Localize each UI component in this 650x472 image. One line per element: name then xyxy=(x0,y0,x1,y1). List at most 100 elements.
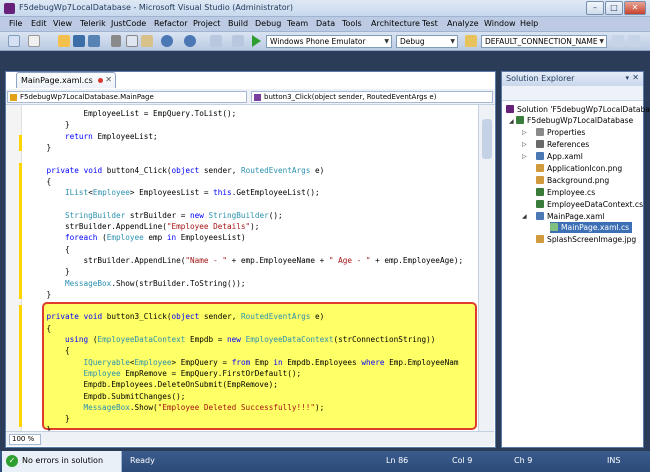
code-line[interactable]: } xyxy=(28,423,52,431)
visual-studio-icon xyxy=(4,3,15,14)
horizontal-scrollbar[interactable]: 100 % xyxy=(6,431,494,446)
menu-project[interactable]: Project xyxy=(193,19,220,28)
menu-team[interactable]: Team xyxy=(287,19,308,28)
menu-analyze[interactable]: Analyze xyxy=(447,19,479,28)
new-project-icon[interactable] xyxy=(8,35,20,47)
change-marker xyxy=(19,163,22,299)
close-tab-icon[interactable]: ✕ xyxy=(105,75,112,84)
deploy-target-dropdown[interactable]: Windows Phone Emulator ▼ xyxy=(266,35,392,48)
menu-view[interactable]: View xyxy=(53,19,72,28)
tree-employeedatacontext-cs[interactable]: EmployeeDataContext.cs xyxy=(536,199,643,210)
menu-architecture[interactable]: Architecture xyxy=(371,19,420,28)
tree-project[interactable]: F5debugWp7LocalDatabase xyxy=(516,115,633,126)
menu-window[interactable]: Window xyxy=(484,19,516,28)
tree-mainpage-xaml-cs[interactable]: MainPage.xaml.cs xyxy=(550,222,633,233)
code-line[interactable]: IList<Employee> EmployeesList = this.Get… xyxy=(28,186,320,199)
project-icon xyxy=(516,116,524,124)
cs-file-icon xyxy=(550,223,558,231)
change-marker xyxy=(19,305,22,427)
secondary-toolbar xyxy=(0,51,650,69)
code-line[interactable]: } xyxy=(28,288,52,301)
menu-build[interactable]: Build xyxy=(228,19,248,28)
menu-edit[interactable]: Edit xyxy=(31,19,47,28)
tree-background[interactable]: Background.png xyxy=(536,175,609,186)
xaml-file-icon xyxy=(536,212,544,220)
title-bar: F5debugWp7LocalDatabase - Microsoft Visu… xyxy=(0,0,650,17)
menu-tools[interactable]: Tools xyxy=(342,19,362,28)
status-column: Col 9 xyxy=(452,456,473,465)
menu-refactor[interactable]: Refactor xyxy=(154,19,188,28)
menu-file[interactable]: File xyxy=(9,19,22,28)
solution-icon xyxy=(506,105,514,113)
zoom-combo[interactable]: 100 % xyxy=(9,434,41,445)
code-line[interactable]: strBuilder.AppendLine("Name - " + emp.Em… xyxy=(28,254,464,267)
open-folder-icon[interactable] xyxy=(58,35,70,47)
collapse-icon[interactable]: ▷ xyxy=(522,141,527,148)
document-tab[interactable]: MainPage.xaml.cs ✕ xyxy=(16,72,116,88)
tree-applicationicon[interactable]: ApplicationIcon.png xyxy=(536,163,622,174)
image-file-icon xyxy=(536,164,544,172)
undo-icon[interactable] xyxy=(161,35,173,47)
status-char: Ch 9 xyxy=(514,456,533,465)
tree-splashscreenimage[interactable]: SplashScreenImage.jpg xyxy=(536,234,636,245)
save-icon[interactable] xyxy=(73,35,85,47)
copy-icon[interactable] xyxy=(126,35,138,47)
save-all-icon[interactable] xyxy=(88,35,100,47)
navigate-back-icon[interactable] xyxy=(210,35,222,47)
close-panel-icon[interactable]: ✕ xyxy=(632,73,639,82)
menu-debug[interactable]: Debug xyxy=(255,19,281,28)
maximize-button[interactable]: □ xyxy=(605,1,623,15)
member-dropdown[interactable]: button3_Click(object sender, RoutedEvent… xyxy=(251,91,493,103)
solution-config-dropdown[interactable]: Debug ▼ xyxy=(396,35,458,48)
tree-properties[interactable]: Properties xyxy=(536,127,585,138)
status-ready: Ready xyxy=(130,456,155,465)
solution-explorer-title: Solution Explorer xyxy=(506,74,575,83)
code-area[interactable]: EmployeeList = EmpQuery.ToList(); } retu… xyxy=(6,105,477,431)
collapse-icon[interactable]: ▷ xyxy=(522,153,527,160)
tree-solution[interactable]: Solution 'F5debugWp7LocalDatabase' xyxy=(506,104,650,115)
tree-app-xaml[interactable]: App.xaml xyxy=(536,151,583,162)
code-line[interactable]: private void button4_Click(object sender… xyxy=(28,164,325,177)
code-line[interactable]: using (EmployeeDataContext Empdb = new E… xyxy=(28,333,435,346)
close-button[interactable]: ✕ xyxy=(624,1,646,15)
find-combo[interactable]: DEFAULT_CONNECTION_NAME ▼ xyxy=(481,35,607,48)
references-icon xyxy=(536,140,544,148)
tree-employee-cs[interactable]: Employee.cs xyxy=(536,187,595,198)
document-tab-label: MainPage.xaml.cs xyxy=(21,76,93,85)
standard-toolbar: Windows Phone Emulator ▼ Debug ▼ DEFAULT_C… xyxy=(0,32,650,51)
cs-file-icon xyxy=(536,200,544,208)
tree-mainpage-xaml[interactable]: MainPage.xaml xyxy=(536,211,605,222)
find-in-files-icon[interactable] xyxy=(465,35,477,47)
menu-help[interactable]: Help xyxy=(520,19,538,28)
cut-icon[interactable] xyxy=(111,35,121,47)
class-dropdown[interactable]: F5debugWp7LocalDatabase.MainPage xyxy=(7,91,247,103)
vertical-scrollbar[interactable] xyxy=(478,105,494,431)
status-ins: INS xyxy=(607,456,621,465)
menu-telerik[interactable]: Telerik xyxy=(80,19,106,28)
paste-icon[interactable] xyxy=(141,35,153,47)
menu-test[interactable]: Test xyxy=(422,19,438,28)
code-line[interactable]: MessageBox.Show(strBuilder.ToString()); xyxy=(28,277,246,290)
minimize-button[interactable]: – xyxy=(586,1,604,15)
code-line[interactable]: MessageBox.Show("Employee Deleted Succes… xyxy=(28,401,325,414)
menu-justcode[interactable]: JustCode xyxy=(111,19,146,28)
error-status[interactable]: ✓ No errors in solution xyxy=(2,451,122,472)
expand-icon[interactable]: ◢ xyxy=(522,213,527,220)
find-icon[interactable] xyxy=(612,35,624,47)
toolbar-options-icon[interactable] xyxy=(628,35,640,47)
navigate-forward-icon[interactable] xyxy=(232,35,244,47)
scroll-thumb[interactable] xyxy=(482,119,492,159)
start-debugging-icon[interactable] xyxy=(252,35,261,47)
menu-data[interactable]: Data xyxy=(316,19,335,28)
pin-icon[interactable]: ▾ xyxy=(625,74,629,82)
pin-dot-icon xyxy=(98,78,103,83)
solution-explorer-header: Solution Explorer ▾ ✕ xyxy=(502,72,643,86)
collapse-icon[interactable]: ▷ xyxy=(522,129,527,136)
expand-icon[interactable]: ◢ xyxy=(509,118,514,125)
tree-references[interactable]: References xyxy=(536,139,589,150)
xaml-file-icon xyxy=(536,152,544,160)
code-line[interactable]: private void button3_Click(object sender… xyxy=(28,310,325,323)
redo-icon[interactable] xyxy=(184,35,196,47)
add-item-icon[interactable] xyxy=(28,35,40,47)
code-line[interactable]: } xyxy=(28,141,52,154)
